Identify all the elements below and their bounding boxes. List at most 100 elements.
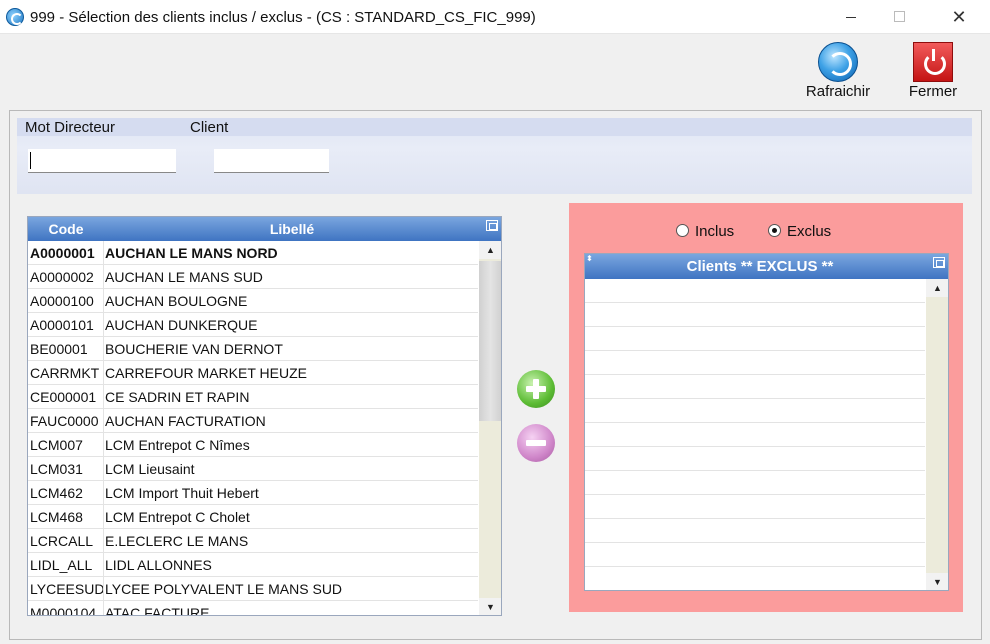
add-client-button[interactable] bbox=[517, 370, 555, 408]
cell-code: CE000001 bbox=[28, 385, 104, 409]
table-row[interactable]: A0000002 AUCHAN LE MANS SUD bbox=[28, 265, 478, 289]
client-input[interactable] bbox=[214, 149, 329, 173]
column-header-libelle[interactable]: Libellé bbox=[105, 221, 479, 237]
list-item[interactable] bbox=[585, 279, 925, 303]
table-row[interactable]: CARRMKT CARREFOUR MARKET HEUZE bbox=[28, 361, 478, 385]
cell-libelle: LCM Entrepot C Cholet bbox=[105, 509, 250, 525]
selection-panel: Inclus Exclus ⬍ Clients ** EXCLUS ** ▲ ▼ bbox=[569, 203, 963, 612]
close-label: Fermer bbox=[908, 83, 958, 100]
close-button[interactable]: Fermer bbox=[904, 40, 962, 100]
excluded-clients-grid: ⬍ Clients ** EXCLUS ** ▲ ▼ bbox=[584, 253, 949, 591]
table-row[interactable]: LCM031 LCM Lieusaint bbox=[28, 457, 478, 481]
cell-libelle: CARREFOUR MARKET HEUZE bbox=[105, 365, 307, 381]
title-bar: 999 - Sélection des clients inclus / exc… bbox=[0, 0, 990, 34]
scroll-down-icon[interactable]: ▼ bbox=[926, 573, 948, 590]
refresh-button[interactable]: Rafraichir bbox=[802, 40, 874, 100]
maximize-icon bbox=[894, 11, 905, 22]
column-chooser-icon[interactable] bbox=[933, 257, 945, 268]
scroll-up-icon[interactable]: ▲ bbox=[479, 241, 501, 259]
left-grid-scrollbar[interactable]: ▲ ▼ bbox=[479, 241, 501, 615]
table-row[interactable]: A0000100 AUCHAN BOULOGNE bbox=[28, 289, 478, 313]
cell-libelle: AUCHAN LE MANS SUD bbox=[105, 269, 263, 285]
minimize-button[interactable] bbox=[828, 0, 874, 34]
refresh-label: Rafraichir bbox=[805, 83, 871, 100]
maximize-button[interactable] bbox=[876, 0, 922, 34]
cell-code: CARRMKT bbox=[28, 361, 104, 385]
table-row[interactable]: LIDL_ALL LIDL ALLONNES bbox=[28, 553, 478, 577]
scroll-thumb[interactable] bbox=[479, 261, 501, 421]
window-title: 999 - Sélection des clients inclus / exc… bbox=[30, 9, 536, 26]
list-item[interactable] bbox=[585, 471, 925, 495]
excluded-grid-header: ⬍ Clients ** EXCLUS ** bbox=[585, 254, 948, 279]
cell-libelle: AUCHAN BOULOGNE bbox=[105, 293, 248, 309]
cell-code: A0000100 bbox=[28, 289, 104, 313]
grid-header: Code Libellé bbox=[28, 217, 501, 241]
table-row[interactable]: LCM007 LCM Entrepot C Nîmes bbox=[28, 433, 478, 457]
cell-libelle: ATAC FACTURE bbox=[105, 605, 210, 616]
list-item[interactable] bbox=[585, 519, 925, 543]
column-header-code[interactable]: Code bbox=[28, 221, 104, 237]
text-caret bbox=[30, 152, 31, 169]
radio-exclus-label: Exclus bbox=[787, 223, 832, 240]
cell-code: LCM468 bbox=[28, 505, 104, 529]
list-item[interactable] bbox=[585, 303, 925, 327]
cell-libelle: CE SADRIN ET RAPIN bbox=[105, 389, 250, 405]
remove-client-button[interactable] bbox=[517, 424, 555, 462]
list-item[interactable] bbox=[585, 495, 925, 519]
mot-directeur-input[interactable] bbox=[28, 149, 176, 173]
table-row[interactable]: CE000001 CE SADRIN ET RAPIN bbox=[28, 385, 478, 409]
cell-libelle: LCM Import Thuit Hebert bbox=[105, 485, 259, 501]
right-grid-scrollbar[interactable]: ▲ ▼ bbox=[926, 279, 948, 590]
table-row[interactable]: LCM468 LCM Entrepot C Cholet bbox=[28, 505, 478, 529]
cell-libelle: AUCHAN DUNKERQUE bbox=[105, 317, 258, 333]
cell-code: LIDL_ALL bbox=[28, 553, 104, 577]
cell-code: BE00001 bbox=[28, 337, 104, 361]
grid-rows: A0000001 AUCHAN LE MANS NORD A0000002 AUCH… bbox=[28, 241, 478, 616]
table-row[interactable]: LYCEESUD LYCEE POLYVALENT LE MANS SUD bbox=[28, 577, 478, 601]
radio-exclus-icon[interactable] bbox=[768, 224, 781, 237]
radio-inclus-label: Inclus bbox=[695, 223, 735, 240]
cell-code: A0000101 bbox=[28, 313, 104, 337]
clients-grid: Code Libellé A0000001 AUCHAN LE MANS NORD… bbox=[27, 216, 502, 616]
radio-exclus[interactable]: Exclus bbox=[768, 223, 831, 240]
cell-code: A0000002 bbox=[28, 265, 104, 289]
table-row[interactable]: BE00001 BOUCHERIE VAN DERNOT bbox=[28, 337, 478, 361]
table-row[interactable]: LCM462 LCM Import Thuit Hebert bbox=[28, 481, 478, 505]
cell-libelle: LIDL ALLONNES bbox=[105, 557, 212, 573]
scroll-up-icon[interactable]: ▲ bbox=[926, 279, 948, 297]
table-row[interactable]: A0000001 AUCHAN LE MANS NORD bbox=[28, 241, 478, 265]
filter-header: Mot Directeur Client bbox=[17, 118, 972, 136]
list-item[interactable] bbox=[585, 399, 925, 423]
cell-code: LYCEESUD bbox=[28, 577, 104, 601]
table-row[interactable]: A0000101 AUCHAN DUNKERQUE bbox=[28, 313, 478, 337]
list-item[interactable] bbox=[585, 375, 925, 399]
table-row[interactable]: M0000104 ATAC FACTURE bbox=[28, 601, 478, 616]
table-row[interactable]: FAUC0000 AUCHAN FACTURATION bbox=[28, 409, 478, 433]
cell-libelle: LYCEE POLYVALENT LE MANS SUD bbox=[105, 581, 343, 597]
app-logo-icon bbox=[6, 8, 24, 26]
client-label: Client bbox=[190, 119, 229, 136]
cell-code: FAUC0000 bbox=[28, 409, 104, 433]
window-close-button[interactable]: ✕ bbox=[936, 0, 982, 34]
list-item[interactable] bbox=[585, 327, 925, 351]
cell-libelle: BOUCHERIE VAN DERNOT bbox=[105, 341, 283, 357]
radio-inclus-icon[interactable] bbox=[676, 224, 689, 237]
cell-libelle: AUCHAN LE MANS NORD bbox=[105, 245, 278, 261]
filter-panel: Mot Directeur Client bbox=[17, 118, 972, 194]
list-item[interactable] bbox=[585, 543, 925, 567]
radio-inclus[interactable]: Inclus bbox=[676, 223, 734, 240]
list-item[interactable] bbox=[585, 447, 925, 471]
list-item[interactable] bbox=[585, 351, 925, 375]
column-chooser-icon[interactable] bbox=[486, 220, 498, 231]
cell-code: LCM007 bbox=[28, 433, 104, 457]
cell-libelle: AUCHAN FACTURATION bbox=[105, 413, 266, 429]
list-item[interactable] bbox=[585, 423, 925, 447]
cell-code: A0000001 bbox=[28, 241, 104, 265]
cell-code: M0000104 bbox=[28, 601, 104, 615]
cell-libelle: E.LECLERC LE MANS bbox=[105, 533, 249, 549]
mot-directeur-label: Mot Directeur bbox=[25, 119, 116, 136]
cell-libelle: LCM Entrepot C Nîmes bbox=[105, 437, 250, 453]
table-row[interactable]: LCRCALL E.LECLERC LE MANS bbox=[28, 529, 478, 553]
excluded-grid-rows bbox=[585, 279, 925, 567]
scroll-down-icon[interactable]: ▼ bbox=[479, 598, 501, 615]
